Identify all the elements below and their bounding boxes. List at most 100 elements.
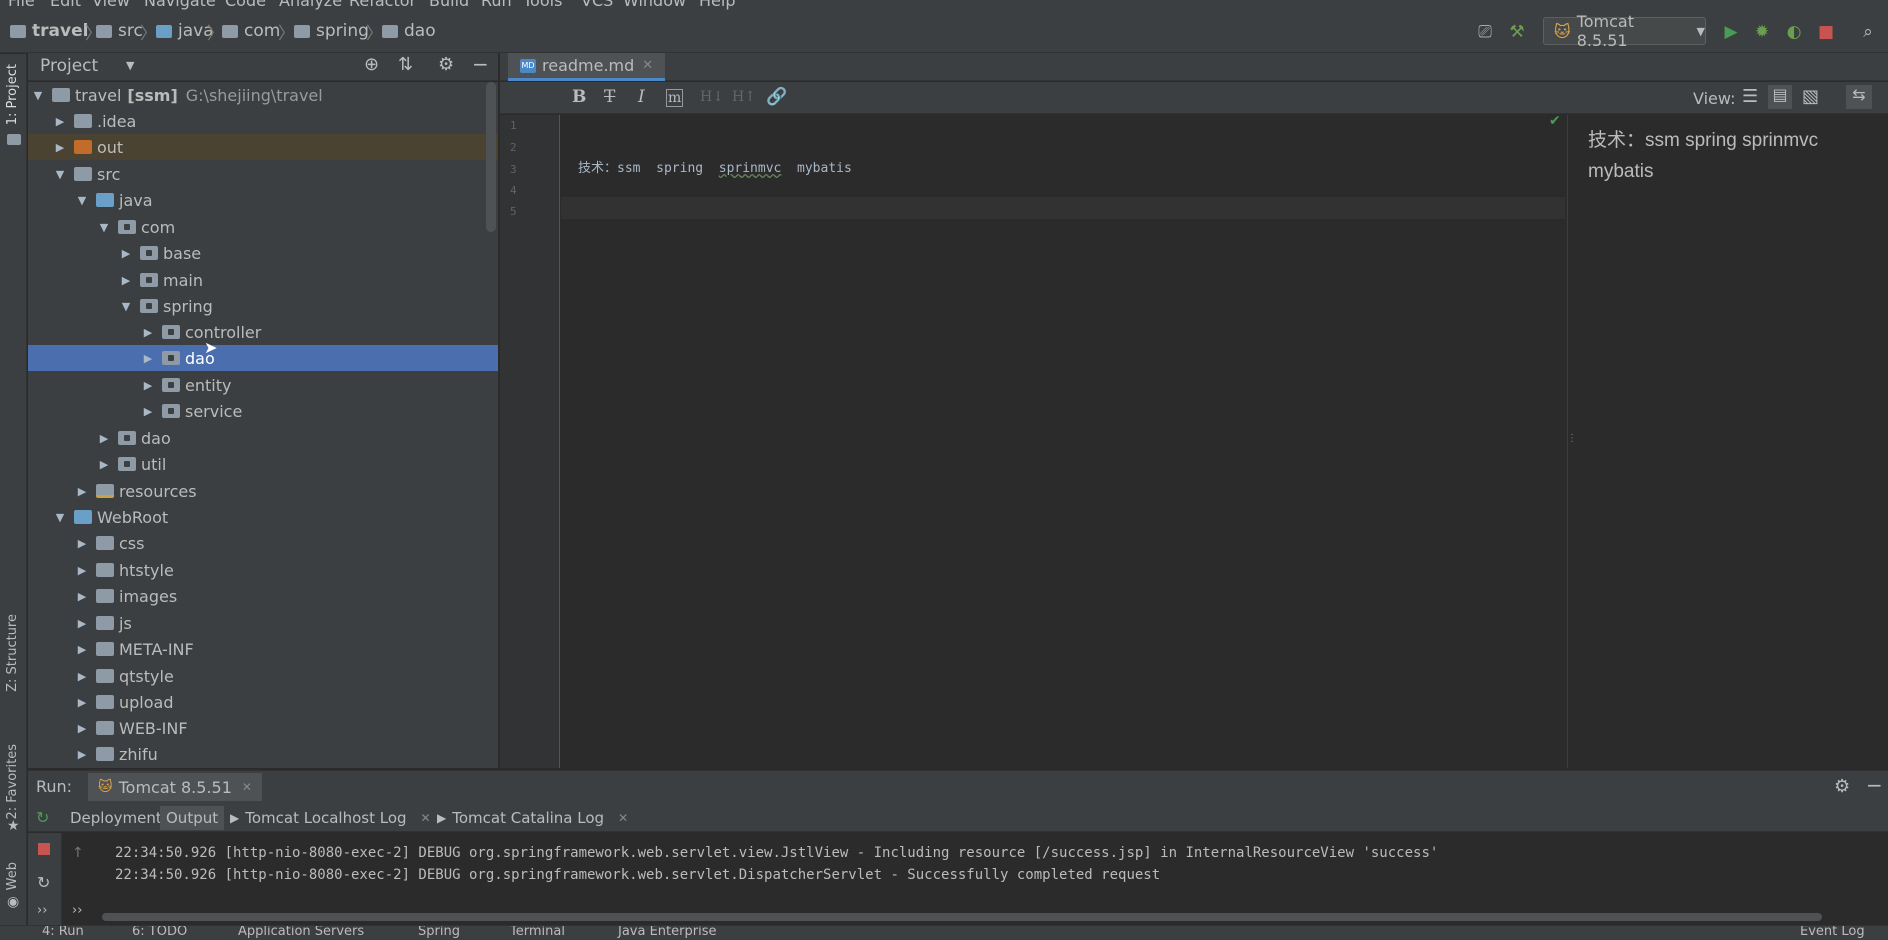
scroll-up-icon[interactable]: ↑ [72,845,84,861]
stop-icon[interactable]: ■ [1816,22,1836,42]
header-up-icon[interactable]: H↑ [732,89,756,105]
coverage-icon[interactable]: ◐ [1784,22,1804,42]
collapse-arrow-icon[interactable]: ▶ [118,274,134,287]
link-icon[interactable]: 🔗 [766,87,787,107]
collapse-arrow-icon[interactable]: ▶ [52,141,68,154]
collapse-arrow-icon[interactable]: ▶ [74,485,90,498]
run-config-tab[interactable]: 🐱 Tomcat 8.5.51 ✕ [88,773,262,801]
collapse-arrow-icon[interactable]: ▶ [74,722,90,735]
tab-run[interactable]: 4: Run [42,926,84,939]
tab-favorites[interactable]: 2: Favorites [5,744,20,820]
collapse-arrow-icon[interactable]: ▶ [74,564,90,577]
expand-arrow-icon[interactable]: ▼ [118,300,134,313]
tab-readme-md[interactable]: MD readme.md ✕ [508,53,666,81]
collapse-arrow-icon[interactable]: ▶ [74,748,90,761]
collapse-arrow-icon[interactable]: ▶ [96,432,112,445]
collapse-arrow-icon[interactable]: ▶ [52,115,68,128]
preview-only-view-icon[interactable]: ▧ [1802,86,1819,107]
header-down-icon[interactable]: H↓ [700,89,724,105]
tree-item-controller[interactable]: ▶ controller [28,319,498,345]
project-panel-title[interactable]: Project [40,56,98,76]
tree-item-css[interactable]: ▶ css [28,530,498,556]
collapse-all-icon[interactable]: ⇅ [398,54,413,75]
tree-item-spring[interactable]: ▼ spring [28,293,498,319]
tree-item-dao[interactable]: ▶ dao [28,425,498,451]
minimize-icon[interactable]: − [1866,773,1883,797]
menu-vcs[interactable]: VCS [581,0,613,10]
collapse-arrow-icon[interactable]: ▶ [140,379,156,392]
close-icon[interactable]: ✕ [421,811,431,825]
tree-item-travel[interactable]: ▼ travel [ssm] G:\shejiing\travel [28,82,498,108]
collapse-arrow-icon[interactable]: ▶ [118,247,134,260]
close-icon[interactable]: ✕ [618,811,628,825]
gear-icon[interactable]: ⚙ [1834,776,1850,797]
menu-build[interactable]: Build [429,0,469,10]
split-view-icon[interactable]: ▤ [1768,85,1792,109]
gear-icon[interactable]: ⚙ [438,54,454,75]
breadcrumb-dao[interactable]: dao [382,20,436,42]
tab-structure[interactable]: Z: Structure [5,614,20,692]
collapse-arrow-icon[interactable]: ▶ [140,352,156,365]
expand-arrow-icon[interactable]: ▼ [52,168,68,181]
spellcheck-word[interactable]: sprinmvc [719,161,782,176]
breadcrumb-com[interactable]: com [222,20,280,42]
console-horizontal-scrollbar[interactable] [102,913,1822,921]
expand-arrow-icon[interactable]: ▼ [96,221,112,234]
menu-refactor[interactable]: Refactor [349,0,416,10]
tree-item-java[interactable]: ▼ java [28,187,498,213]
tab-tomcat-catalina-log[interactable]: ▶ Tomcat Catalina Log ✕ [431,806,634,830]
breadcrumb-spring[interactable]: spring [294,20,369,42]
refresh-icon[interactable]: ↻ [37,873,50,892]
tree-item-service[interactable]: ▶ service [28,398,498,424]
menu-help[interactable]: Help [699,0,735,10]
menu-analyze[interactable]: Analyze [279,0,342,10]
breadcrumb-travel[interactable]: travel [10,20,88,42]
strikethrough-icon[interactable]: T [604,87,615,107]
tree-item-zhifu[interactable]: ▶ zhifu [28,741,498,767]
search-icon[interactable]: ⌕ [1858,22,1878,42]
close-icon[interactable]: ✕ [242,780,252,794]
tab-output[interactable]: Output [160,806,225,830]
stop-icon[interactable] [38,843,50,855]
tab-project[interactable]: 1: Project [5,64,20,125]
tab-java-enterprise[interactable]: Java Enterprise [618,926,716,939]
tree-item-spring-dao[interactable]: ▶ dao [28,345,498,371]
italic-icon[interactable]: I [638,87,645,107]
tab-application-servers[interactable]: Application Servers [238,926,364,939]
collapse-arrow-icon[interactable]: ▶ [74,537,90,550]
tree-item-images[interactable]: ▶ images [28,583,498,609]
minimize-icon[interactable]: − [472,52,489,76]
code-span-icon[interactable]: m [666,89,684,107]
tree-item-upload[interactable]: ▶ upload [28,689,498,715]
menu-view[interactable]: View [92,0,130,10]
editor-text-area[interactable]: 技术：ssm spring sprinmvc mybatis ✔ [561,113,1565,768]
breadcrumb-src[interactable]: src [96,20,143,42]
run-icon[interactable]: ▶ [1721,22,1741,42]
menu-edit[interactable]: Edit [50,0,81,10]
tree-item-qtstyle[interactable]: ▶ qtstyle [28,663,498,689]
menu-code[interactable]: Code [225,0,266,10]
more-icon[interactable]: ›› [37,903,47,918]
collapse-arrow-icon[interactable]: ▶ [74,617,90,630]
tree-item-idea[interactable]: ▶ .idea [28,108,498,134]
tab-tomcat-localhost-log[interactable]: ▶ Tomcat Localhost Log ✕ [224,806,437,830]
tree-item-webroot[interactable]: ▼ WebRoot [28,504,498,530]
run-configuration-select[interactable]: 🐱 Tomcat 8.5.51 ▼ [1543,12,1706,50]
bold-icon[interactable]: B [572,87,586,107]
collapse-arrow-icon[interactable]: ▶ [140,326,156,339]
collapse-arrow-icon[interactable]: ▶ [140,405,156,418]
tree-item-entity[interactable]: ▶ entity [28,372,498,398]
splitter-handle-icon[interactable]: ⋮ [1567,433,1577,444]
menu-run[interactable]: Run [481,0,512,10]
tab-web[interactable]: Web [5,862,20,890]
collapse-arrow-icon[interactable]: ▶ [74,670,90,683]
tab-deployment[interactable]: Deployment [64,806,168,830]
tree-item-src[interactable]: ▼ src [28,161,498,187]
tree-item-base[interactable]: ▶ base [28,240,498,266]
tree-item-resources[interactable]: ▶ resources [28,478,498,504]
more-icon[interactable]: ›› [72,903,82,918]
menu-navigate[interactable]: Navigate [144,0,216,10]
collapse-arrow-icon[interactable]: ▶ [96,458,112,471]
menu-window[interactable]: Window [623,0,686,10]
tree-item-util[interactable]: ▶ util [28,451,498,477]
